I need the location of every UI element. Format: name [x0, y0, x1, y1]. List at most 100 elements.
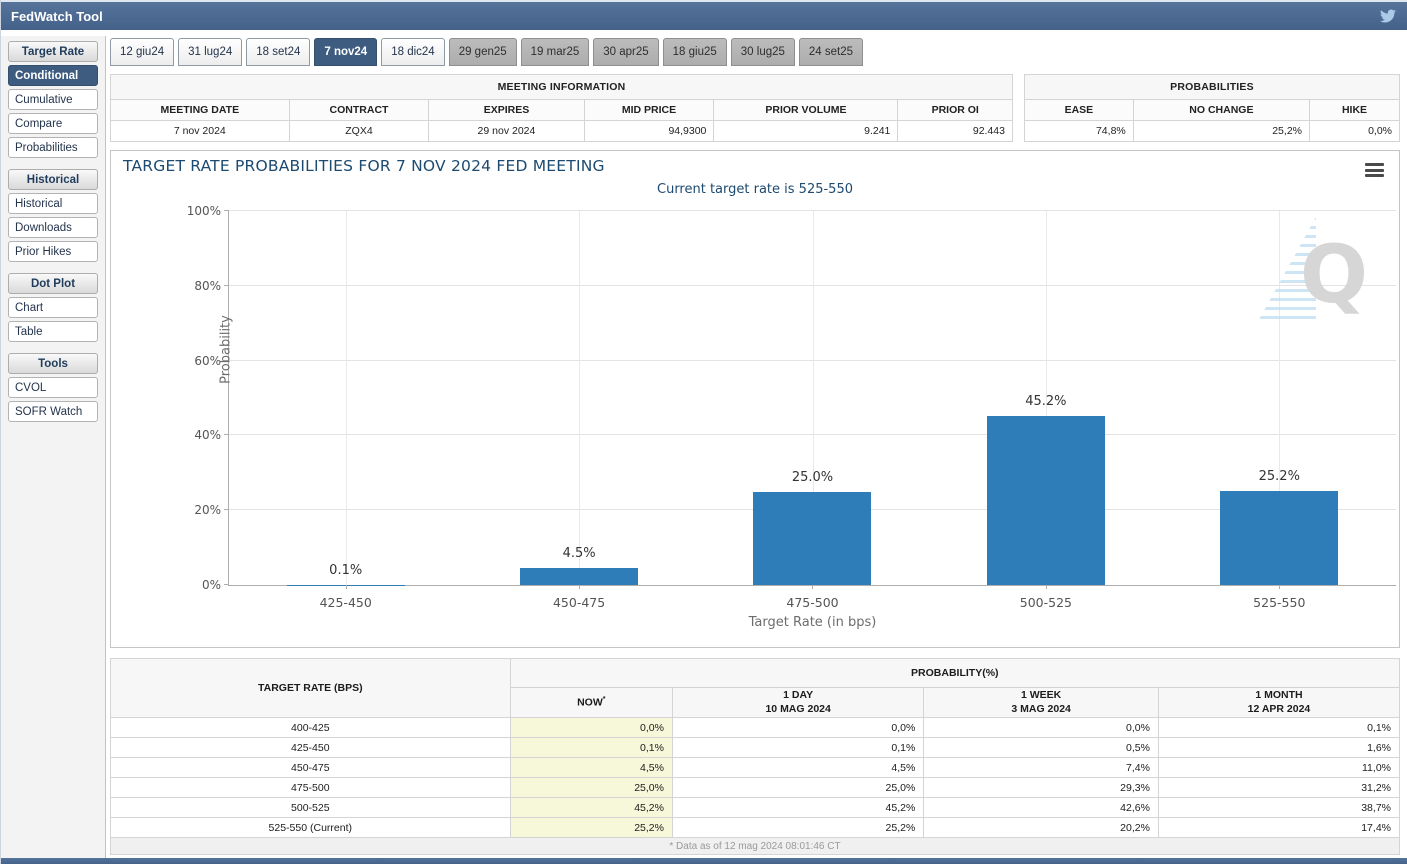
target-rate-chart: TARGET RATE PROBABILITIES FOR 7 NOV 2024… — [110, 150, 1400, 648]
day-cell: 25,2% — [672, 818, 923, 838]
y-tick-100: 100% — [187, 204, 221, 218]
sidebar: Target Rate Conditional Cumulative Compa… — [1, 36, 106, 858]
sidebar-item-probabilities[interactable]: Probabilities — [8, 137, 98, 158]
bar-525-550 — [1220, 491, 1338, 585]
now-cell: 25,2% — [510, 818, 672, 838]
tab-29-gen25[interactable]: 29 gen25 — [449, 38, 517, 66]
bar-slot-525-550: 25.2% 525-550 — [1163, 211, 1396, 585]
hamburger-menu-icon[interactable] — [1365, 163, 1384, 180]
month-cell: 31,2% — [1158, 778, 1399, 798]
tab-24-set25[interactable]: 24 set25 — [799, 38, 863, 66]
meeting-info-col-prior-oi: PRIOR OI — [898, 100, 1013, 121]
app-title: FedWatch Tool — [11, 9, 103, 24]
meeting-date-tabbar: 12 giu24 31 lug24 18 set24 7 nov24 18 di… — [110, 38, 863, 66]
contract-value: ZQX4 — [289, 121, 429, 142]
tab-31-lug24[interactable]: 31 lug24 — [178, 38, 242, 66]
x-axis-title: Target Rate (in bps) — [229, 615, 1396, 630]
day-cell: 25,0% — [672, 778, 923, 798]
now-cell: 4,5% — [510, 758, 672, 778]
table-row: 425-450 0,1% 0,1% 0,5% 1,6% — [111, 738, 1400, 758]
meeting-info-col-prior-volume: PRIOR VOLUME — [714, 100, 898, 121]
month-cell: 1,6% — [1158, 738, 1399, 758]
bar-slot-500-525: 45.2% 500-525 — [929, 211, 1162, 585]
sidebar-item-sofr-watch[interactable]: SOFR Watch — [8, 401, 98, 422]
bar-slot-450-475: 4.5% 450-475 — [462, 211, 695, 585]
prob-col-no-change: NO CHANGE — [1133, 100, 1309, 121]
sidebar-item-conditional[interactable]: Conditional — [8, 65, 98, 86]
sidebar-section-historical: Historical — [8, 169, 98, 190]
tab-12-giu24[interactable]: 12 giu24 — [110, 38, 174, 66]
col-header-1-day: 1 DAY10 MAG 2024 — [672, 688, 923, 718]
app-header: FedWatch Tool — [1, 0, 1407, 30]
col-header-probability-group: PROBABILITY(%) — [510, 659, 1399, 688]
y-tick-20: 20% — [194, 503, 221, 517]
meeting-info-col-expires: EXPIRES — [429, 100, 584, 121]
sidebar-item-cvol[interactable]: CVOL — [8, 377, 98, 398]
sidebar-section-dot-plot: Dot Plot — [8, 273, 98, 294]
tab-7-nov24[interactable]: 7 nov24 — [314, 38, 377, 66]
meeting-info-col-mid-price: MID PRICE — [584, 100, 714, 121]
tab-18-giu25[interactable]: 18 giu25 — [663, 38, 727, 66]
bar-value-label: 25.0% — [792, 470, 833, 485]
table-row: 525-550 (Current) 25,2% 25,2% 20,2% 17,4… — [111, 818, 1400, 838]
bar-value-label: 4.5% — [563, 546, 596, 561]
probability-detail-table: TARGET RATE (BPS) PROBABILITY(%) NOW* 1 … — [110, 658, 1400, 855]
rate-cell: 500-525 — [111, 798, 511, 818]
table-row: 475-500 25,0% 25,0% 29,3% 31,2% — [111, 778, 1400, 798]
tab-30-lug25[interactable]: 30 lug25 — [731, 38, 795, 66]
chart-plot-area: 0% 20% 40% 60% 80% 100% Probability Q 0.… — [228, 211, 1396, 586]
bar-value-label: 0.1% — [329, 563, 362, 578]
bar-475-500 — [753, 492, 871, 586]
bar-value-label: 25.2% — [1259, 469, 1300, 484]
expires-value: 29 nov 2024 — [429, 121, 584, 142]
day-cell: 0,1% — [672, 738, 923, 758]
y-tick-0: 0% — [202, 578, 221, 592]
y-tick-40: 40% — [194, 428, 221, 442]
col-header-target-rate-bps: TARGET RATE (BPS) — [111, 659, 511, 718]
bar-value-label: 45.2% — [1025, 394, 1066, 409]
chart-title: TARGET RATE PROBABILITIES FOR 7 NOV 2024… — [123, 157, 605, 175]
rate-cell: 525-550 (Current) — [111, 818, 511, 838]
chart-subtitle: Current target rate is 525-550 — [111, 182, 1399, 197]
rate-cell: 400-425 — [111, 718, 511, 738]
tab-18-dic24[interactable]: 18 dic24 — [381, 38, 444, 66]
month-cell: 0,1% — [1158, 718, 1399, 738]
sidebar-item-table[interactable]: Table — [8, 321, 98, 342]
sidebar-section-target-rate: Target Rate — [8, 41, 98, 62]
prob-col-hike: HIKE — [1310, 100, 1400, 121]
now-cell: 0,0% — [510, 718, 672, 738]
twitter-icon[interactable] — [1378, 8, 1398, 24]
week-cell: 42,6% — [924, 798, 1159, 818]
col-header-1-month: 1 MONTH12 APR 2024 — [1158, 688, 1399, 718]
tab-19-mar25[interactable]: 19 mar25 — [521, 38, 590, 66]
sidebar-item-compare[interactable]: Compare — [8, 113, 98, 134]
tab-18-set24[interactable]: 18 set24 — [246, 38, 310, 66]
day-cell: 0,0% — [672, 718, 923, 738]
meeting-info-col-meeting-date: MEETING DATE — [111, 100, 290, 121]
month-cell: 17,4% — [1158, 818, 1399, 838]
prior-volume-value: 9.241 — [714, 121, 898, 142]
x-category-450-475: 450-475 — [553, 595, 605, 610]
y-tick-60: 60% — [194, 354, 221, 368]
month-cell: 38,7% — [1158, 798, 1399, 818]
now-cell: 45,2% — [510, 798, 672, 818]
sidebar-section-tools: Tools — [8, 353, 98, 374]
day-cell: 4,5% — [672, 758, 923, 778]
mid-price-value: 94,9300 — [584, 121, 714, 142]
meeting-date-value: 7 nov 2024 — [111, 121, 290, 142]
tab-30-apr25[interactable]: 30 apr25 — [593, 38, 658, 66]
x-category-525-550: 525-550 — [1253, 595, 1305, 610]
x-category-425-450: 425-450 — [320, 595, 372, 610]
prob-col-ease: EASE — [1025, 100, 1134, 121]
sidebar-item-chart[interactable]: Chart — [8, 297, 98, 318]
week-cell: 0,0% — [924, 718, 1159, 738]
sidebar-item-downloads[interactable]: Downloads — [8, 217, 98, 238]
sidebar-item-prior-hikes[interactable]: Prior Hikes — [8, 241, 98, 262]
bar-slot-475-500: 25.0% 475-500 — [696, 211, 929, 585]
col-header-now: NOW* — [510, 688, 672, 718]
meeting-info-title: MEETING INFORMATION — [111, 75, 1013, 100]
col-header-1-week: 1 WEEK3 MAG 2024 — [924, 688, 1159, 718]
sidebar-item-historical[interactable]: Historical — [8, 193, 98, 214]
sidebar-item-cumulative[interactable]: Cumulative — [8, 89, 98, 110]
x-category-500-525: 500-525 — [1020, 595, 1072, 610]
